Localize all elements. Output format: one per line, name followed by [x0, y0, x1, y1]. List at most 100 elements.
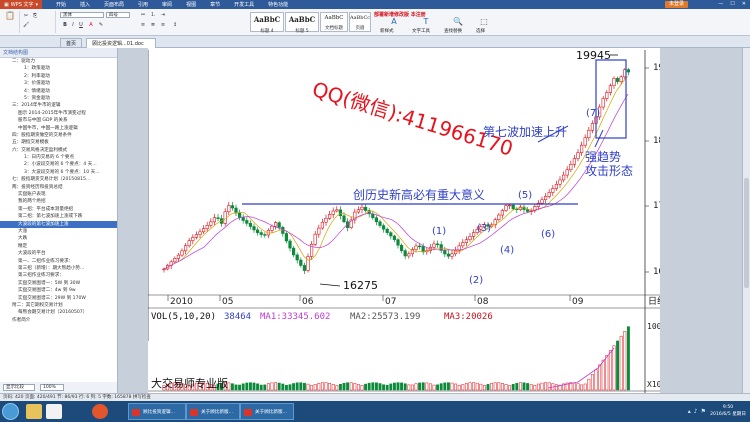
vertical-scrollbar[interactable]	[742, 48, 750, 393]
file-explorer-icon[interactable]	[26, 404, 42, 419]
outline-item[interactable]: 四：股指期货做空的交易条件	[0, 132, 117, 139]
line-spacing-icon[interactable]: ↕	[172, 22, 178, 28]
outline-item[interactable]: 二：驱动力	[0, 58, 117, 65]
outline-item[interactable]: 实盘账户表现	[0, 191, 117, 198]
minimize-icon[interactable]: —	[718, 1, 723, 7]
text-tools-icon[interactable]: T	[420, 18, 432, 28]
network-icon[interactable]: ▴	[688, 408, 691, 415]
style-header[interactable]: AaBbCc 页眉	[349, 12, 371, 32]
style-heading4[interactable]: AaBbC 标题 4	[250, 12, 284, 34]
italic-icon[interactable]: I	[70, 22, 76, 28]
outline-item[interactable]: 每熊会期交易计划（20160507）	[0, 309, 117, 316]
outline-item[interactable]: 实盘交易图谱一：5W 到 30W	[0, 280, 117, 287]
style-doc-title[interactable]: AaBbC 文档标题	[320, 12, 348, 32]
app-menu-button[interactable]: ▣ WPS 文字 ▾	[0, 0, 42, 9]
outline-item[interactable]: 2：利率驱动	[0, 73, 117, 80]
flag-icon[interactable]: ⚑	[701, 408, 706, 415]
outline-item[interactable]: 实盘交易图谱二：4w 到 9w	[0, 287, 117, 294]
start-button[interactable]	[2, 403, 19, 420]
format-painter-icon[interactable]: 🖌	[23, 22, 29, 28]
menu-item[interactable]: 插入	[80, 1, 90, 8]
volume-bar	[479, 383, 483, 391]
outline-item[interactable]: 我的两个绝招	[0, 198, 117, 205]
menu-item[interactable]: 页面布局	[104, 1, 124, 8]
task-button-2[interactable]: 关于顾比新版...	[186, 403, 240, 420]
login-button[interactable]: 未登录	[664, 1, 688, 8]
tab-document[interactable]: 顾比投资逻辑...01.doc	[86, 38, 156, 48]
find-replace-button[interactable]: 查找替换	[444, 28, 462, 34]
menu-item[interactable]: 视图	[186, 1, 196, 8]
outline-item[interactable]: 第三招作业练习要求：	[0, 272, 117, 279]
outline-item[interactable]: 三：2014年牛市的逻辑	[0, 102, 117, 109]
menu-item[interactable]: 章节	[210, 1, 220, 8]
font-size-select[interactable]: 四号	[106, 12, 130, 18]
paste-icon[interactable]: 📋	[4, 12, 16, 23]
outline-item[interactable]: 3：价值驱动	[0, 80, 117, 87]
align-left-icon[interactable]: ≡	[140, 22, 146, 28]
menu-item[interactable]: 开始	[56, 1, 66, 8]
outline-item[interactable]: 第一招：平台成本测量绝招	[0, 206, 117, 213]
outline-item[interactable]: 作者简介	[0, 317, 117, 324]
task-button-3[interactable]: 关于顾比新版...	[240, 403, 294, 420]
task-button-1[interactable]: 顾比投资逻辑...	[128, 403, 186, 420]
outline-item[interactable]: 大跌	[0, 235, 117, 242]
outline-item[interactable]: 中国牛市，中国一路上涨逻辑	[0, 125, 117, 132]
bold-icon[interactable]: B	[62, 22, 68, 28]
text-tools-button[interactable]: 文字工具	[412, 28, 430, 34]
outline-item[interactable]: 3：大波段交易的 6 个要点：10 天...	[0, 169, 117, 176]
zoom-select[interactable]: 100%	[40, 384, 64, 391]
outline-item[interactable]: 第三招（新增）：期大熊趋小势...	[0, 265, 117, 272]
font-name-select[interactable]: 黑体	[60, 12, 104, 18]
maximize-icon[interactable]: ☐	[730, 1, 734, 7]
outline-item[interactable]: 附二：其它期权交易计划	[0, 302, 117, 309]
outline-item[interactable]: 1：日内交易的 6 个要点	[0, 154, 117, 161]
outline-item[interactable]: 5：资金驱动	[0, 95, 117, 102]
volume-icon[interactable]: ♪	[694, 408, 698, 415]
outline-item[interactable]: 第一、二招作业练习要求：	[0, 258, 117, 265]
outline-item[interactable]: 五：期指交易模板	[0, 139, 117, 146]
outline-item[interactable]: 六：交易风格决定盈利模式	[0, 147, 117, 154]
close-icon[interactable]: ✕	[742, 1, 746, 7]
copy-icon[interactable]: ⎘	[32, 13, 38, 19]
browser-icon[interactable]	[92, 404, 108, 419]
taskbar-clock[interactable]: 9:50 2016/6/5 星期日	[710, 404, 746, 418]
bullet-list-icon[interactable]: ≔	[140, 12, 146, 18]
outline-item[interactable]: 2：小波段交易的 6 个要点：4 天...	[0, 161, 117, 168]
highlight-icon[interactable]: ✎	[98, 22, 104, 28]
outline-item[interactable]: 两：投资经历和投资总结	[0, 184, 117, 191]
cut-icon[interactable]: ✂	[23, 13, 29, 19]
new-style-icon[interactable]: A	[388, 18, 400, 28]
outline-item[interactable]: 图示 2014-2015年牛市演变过程	[0, 110, 117, 117]
document-icon[interactable]	[46, 404, 62, 419]
indent-icon[interactable]: ⇥	[160, 12, 166, 18]
windows-taskbar: 顾比投资逻辑... 关于顾比新版... 关于顾比新版... ▴ ♪ ⚑ 9:50…	[0, 401, 750, 422]
style-heading5[interactable]: AaBbC 标题 5	[285, 12, 319, 34]
display-mode-select[interactable]: 显示比较	[3, 384, 35, 391]
volume-bar	[443, 382, 447, 391]
numbered-list-icon[interactable]: ⒈	[150, 12, 156, 18]
menu-item[interactable]: 审阅	[162, 1, 172, 8]
outline-item[interactable]: 4：情绪驱动	[0, 88, 117, 95]
select-button[interactable]: 选择	[476, 28, 485, 34]
align-right-icon[interactable]: ≡	[160, 22, 166, 28]
outline-item[interactable]: 实盘交易图谱三：29W 到 170W	[0, 295, 117, 302]
outline-item[interactable]: 1：政策驱动	[0, 65, 117, 72]
font-color-icon[interactable]: A	[88, 22, 94, 28]
find-replace-icon[interactable]: 🔍	[452, 18, 464, 28]
menu-item[interactable]: 开发工具	[234, 1, 254, 8]
menu-item[interactable]: 引用	[138, 1, 148, 8]
new-style-button[interactable]: 新样式	[380, 28, 394, 34]
underline-icon[interactable]: U	[78, 22, 84, 28]
outline-item[interactable]: 大涨	[0, 228, 117, 235]
tab-home[interactable]: 首页	[60, 38, 83, 48]
align-center-icon[interactable]: ≣	[150, 22, 156, 28]
outline-item[interactable]: 大波段的第七波加速上涨	[0, 220, 117, 228]
outline-item[interactable]: 大波段的平台	[0, 250, 117, 257]
outline-item[interactable]: 股市与中国 GDP 的关系	[0, 117, 117, 124]
outline-item[interactable]: 精定	[0, 243, 117, 250]
scrollbar-thumb[interactable]	[744, 178, 749, 288]
outline-item[interactable]: 第二招：第七波加速上涨或下跌	[0, 213, 117, 220]
outline-item[interactable]: 七：股指期货交易计划（20150815...	[0, 176, 117, 183]
menu-item[interactable]: 特色功能	[268, 1, 288, 8]
select-icon[interactable]: ⬚	[478, 18, 490, 28]
